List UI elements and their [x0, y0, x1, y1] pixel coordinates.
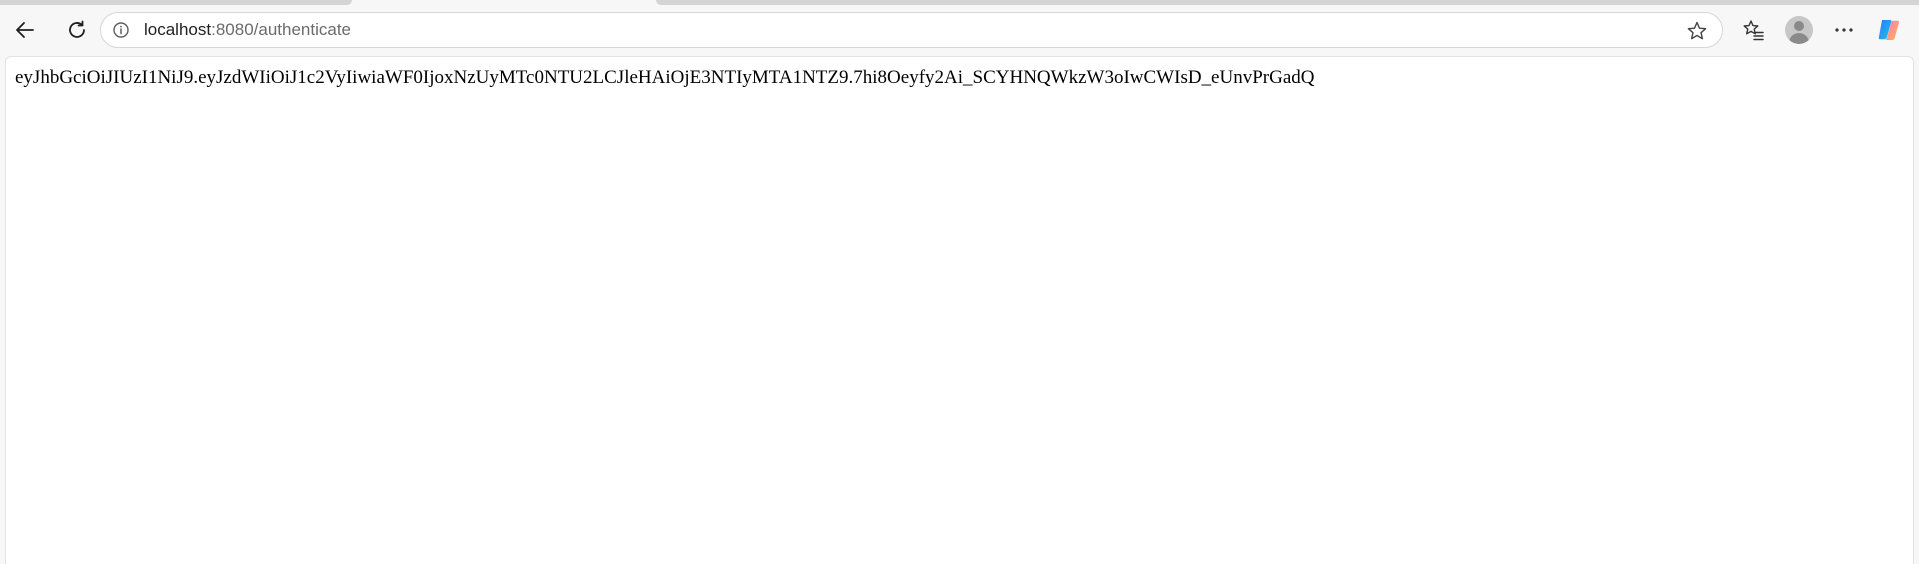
favorites-button[interactable]	[1736, 12, 1772, 48]
tab-right[interactable]	[656, 0, 1919, 5]
back-arrow-icon	[16, 22, 34, 38]
copilot-button[interactable]	[1871, 12, 1907, 48]
back-button[interactable]	[7, 12, 43, 48]
response-body-text: eyJhbGciOiJIUzI1NiJ9.eyJzdWIiOiJ1c2VyIiw…	[15, 67, 1315, 88]
url-text[interactable]: localhost:8080/authenticate	[144, 20, 351, 40]
favorites-icon	[1743, 20, 1764, 41]
tab-left[interactable]	[0, 0, 352, 5]
profile-button[interactable]	[1781, 12, 1817, 48]
copilot-icon	[1878, 20, 1900, 40]
address-bar[interactable]: localhost:8080/authenticate	[100, 12, 1723, 48]
star-icon[interactable]	[1686, 20, 1708, 42]
browser-toolbar: localhost:8080/authenticate	[0, 6, 1919, 54]
url-host: localhost	[144, 20, 212, 39]
info-icon[interactable]	[112, 21, 130, 39]
url-path: :8080/authenticate	[211, 20, 352, 39]
reload-icon	[69, 20, 85, 38]
page-viewport: eyJhbGciOiJIUzI1NiJ9.eyJzdWIiOiJ1c2VyIiw…	[5, 56, 1914, 564]
avatar-icon	[1785, 16, 1813, 44]
menu-button[interactable]	[1826, 12, 1862, 48]
toolbar-right	[1736, 12, 1916, 48]
reload-button[interactable]	[59, 12, 95, 48]
more-icon	[1835, 28, 1853, 32]
